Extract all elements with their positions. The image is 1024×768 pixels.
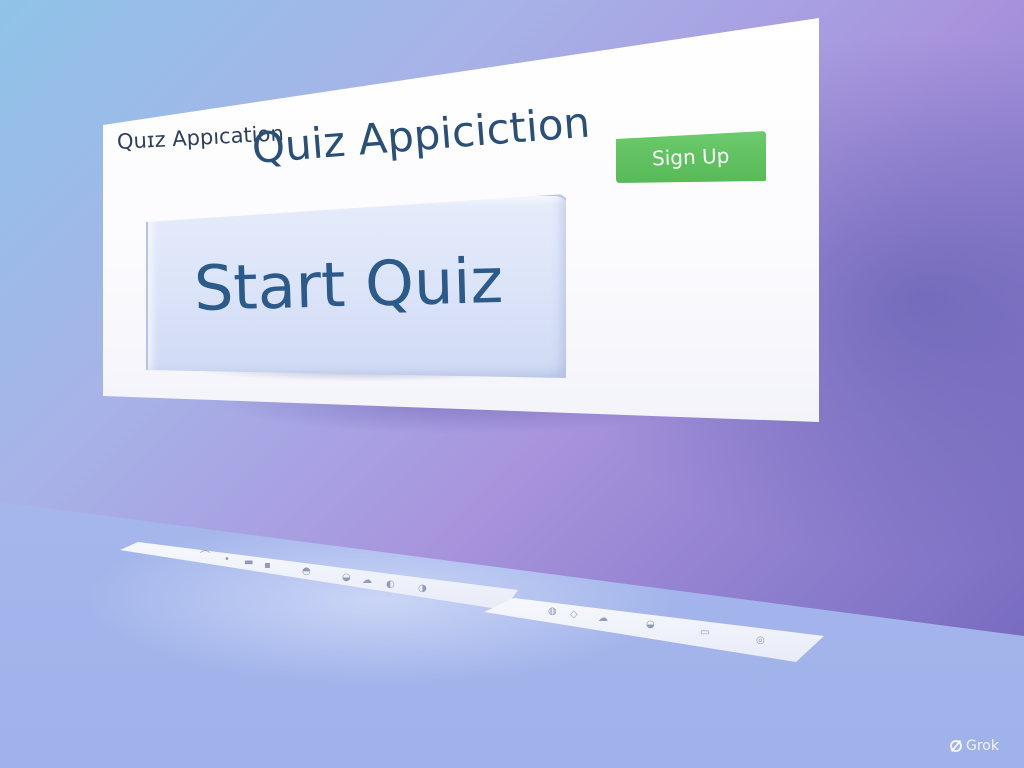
line-icon[interactable]: ▬ [244,558,253,568]
drop-icon[interactable]: ◑ [418,584,427,594]
watermark-label: Grok [966,738,999,754]
cloud-icon[interactable]: ☁ [598,614,608,624]
shell-icon[interactable]: ◐ [386,580,395,590]
signup-button-label: Sign Up [651,143,731,171]
fish-icon[interactable]: ◒ [646,620,655,630]
dash-icon[interactable]: ▪ [264,561,271,571]
stylus-icon[interactable]: ⌒ [200,552,210,562]
dot-icon[interactable]: • [224,555,230,565]
grok-watermark: Grok [950,738,999,754]
seed-icon[interactable]: ◎ [756,636,765,646]
book-icon[interactable]: ▭ [700,628,709,638]
controller-icon[interactable]: ◓ [302,567,311,577]
badge-icon[interactable]: ◍ [548,607,557,617]
grok-logo-icon [950,740,962,752]
signup-button[interactable]: Sign Up [616,131,766,183]
cloud-icon[interactable]: ☁ [362,576,372,586]
fish-icon[interactable]: ◒ [342,573,351,583]
tag-icon[interactable]: ◇ [570,610,578,620]
start-quiz-button[interactable] [146,194,566,378]
